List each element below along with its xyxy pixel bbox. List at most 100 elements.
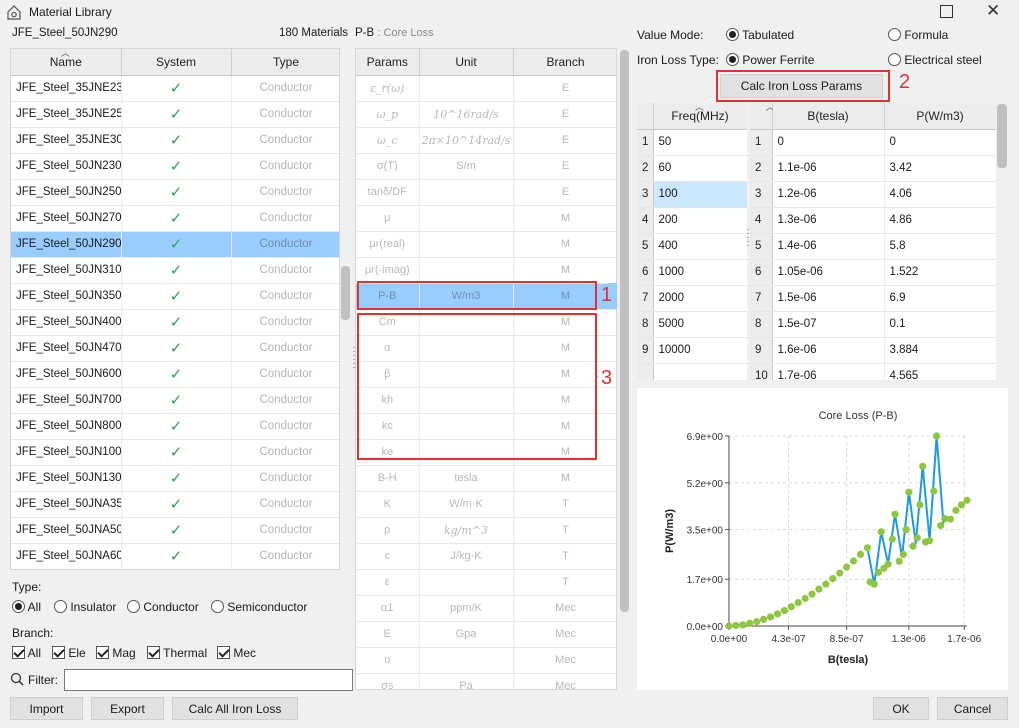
pb-row[interactable]: 9 1.6e-06 3.884: [750, 337, 996, 364]
close-icon[interactable]: ✕: [986, 1, 1000, 21]
b-value[interactable]: 1.4e-06: [772, 233, 885, 260]
material-row[interactable]: JFE_Steel_50JN230 ✓ Conductor: [11, 153, 339, 180]
pb-row[interactable]: 8 1.5e-07 0.1: [750, 311, 996, 338]
frequency-table[interactable]: ︿ Freq(MHz) 1 50 2 60 3 100 4 200 5 400 6 1000 7 2000 8…: [637, 103, 747, 380]
p-value[interactable]: 0: [884, 129, 996, 156]
radio-electrical-steel[interactable]: Electrical steel: [888, 53, 982, 67]
param-row[interactable]: ε_r(ω) E: [356, 75, 616, 102]
cancel-button[interactable]: Cancel: [937, 697, 1008, 720]
b-value[interactable]: 1.05e-06: [772, 259, 885, 286]
material-row[interactable]: JFE_Steel_50JN470 ✓ Conductor: [11, 335, 339, 362]
param-row[interactable]: α1 ppm/K Mec: [356, 595, 616, 622]
material-row[interactable]: JFE_Steel_50JN400 ✓ Conductor: [11, 309, 339, 336]
p-value[interactable]: 4.565: [884, 363, 996, 380]
freq-row[interactable]: 6 1000: [637, 259, 747, 286]
p-value[interactable]: 3.42: [884, 155, 996, 182]
corner-cell[interactable]: [637, 103, 654, 130]
pb-table-scrollbar-thumb[interactable]: [997, 104, 1007, 168]
corner-cell[interactable]: ︿: [750, 103, 775, 130]
column-header-branch[interactable]: Branch: [513, 49, 616, 76]
p-value[interactable]: 0.1: [884, 311, 996, 338]
branch-check-ele[interactable]: Ele: [52, 646, 86, 660]
column-header-system[interactable]: System: [121, 49, 232, 76]
branch-check-mag[interactable]: Mag: [96, 646, 136, 660]
pb-row[interactable]: 4 1.3e-06 4.86: [750, 207, 996, 234]
p-value[interactable]: 1.522: [884, 259, 996, 286]
column-header-freq[interactable]: ︿ Freq(MHz): [653, 103, 747, 130]
materials-table[interactable]: ︿ Name System Type JFE_Steel_35JNE230 ✓ Con…: [10, 48, 340, 570]
maximize-icon[interactable]: [940, 5, 953, 18]
radio-tabulated[interactable]: Tabulated: [726, 28, 794, 42]
param-row[interactable]: μM: [356, 205, 616, 232]
param-row[interactable]: μr(-imag) M: [356, 257, 616, 284]
freq-value[interactable]: 50: [653, 129, 747, 156]
p-value[interactable]: 4.06: [884, 181, 996, 208]
material-row[interactable]: JFE_Steel_50JN290 ✓ Conductor: [11, 231, 339, 258]
freq-value[interactable]: 200: [653, 207, 747, 234]
material-row[interactable]: JFE_Steel_50JNA500 ✓ Conductor: [11, 517, 339, 544]
params-scrollbar-thumb[interactable]: [620, 50, 629, 612]
freq-value[interactable]: 5000: [653, 311, 747, 338]
freq-value[interactable]: 1000: [653, 259, 747, 286]
freq-row[interactable]: 8 5000: [637, 311, 747, 338]
type-radio-semiconductor[interactable]: Semiconductor: [211, 600, 307, 614]
filter-input[interactable]: [64, 669, 353, 691]
material-row[interactable]: JFE_Steel_50JNA600 ✓ Conductor: [11, 543, 339, 569]
material-row[interactable]: JFE_Steel_50JN1300 ✓ Conductor: [11, 465, 339, 492]
material-row[interactable]: JFE_Steel_35JNE300 ✓ Conductor: [11, 127, 339, 154]
column-header-params[interactable]: Params: [356, 49, 420, 76]
p-value[interactable]: 6.9: [884, 285, 996, 312]
param-row[interactable]: μr(real) M: [356, 231, 616, 258]
pb-row[interactable]: 100: [750, 129, 996, 156]
pb-row[interactable]: 2 1.1e-06 3.42: [750, 155, 996, 182]
pb-row[interactable]: 3 1.2e-06 4.06: [750, 181, 996, 208]
b-value[interactable]: 1.3e-06: [772, 207, 885, 234]
material-row[interactable]: JFE_Steel_50JN270 ✓ Conductor: [11, 205, 339, 232]
freq-value[interactable]: 400: [653, 233, 747, 260]
pb-row[interactable]: 7 1.5e-06 6.9: [750, 285, 996, 312]
param-row[interactable]: ω_p 10^16rad/s E: [356, 101, 616, 128]
param-row[interactable]: σs Pa Mec: [356, 673, 616, 689]
p-value[interactable]: 5.8: [884, 233, 996, 260]
pb-row[interactable]: 6 1.05e-06 1.522: [750, 259, 996, 286]
material-row[interactable]: JFE_Steel_50JN700 ✓ Conductor: [11, 387, 339, 414]
freq-value[interactable]: 60: [653, 155, 747, 182]
param-row[interactable]: εT: [356, 569, 616, 596]
freq-value[interactable]: 100: [653, 181, 747, 208]
freq-row[interactable]: 4 200: [637, 207, 747, 234]
material-row[interactable]: JFE_Steel_50JN600 ✓ Conductor: [11, 361, 339, 388]
column-header-unit[interactable]: Unit: [419, 49, 514, 76]
param-row[interactable]: c J/kg·K T: [356, 543, 616, 570]
param-row[interactable]: B-H tesla M: [356, 465, 616, 492]
p-value[interactable]: 4.86: [884, 207, 996, 234]
freq-row[interactable]: 2 60: [637, 155, 747, 182]
pb-row[interactable]: 5 1.4e-06 5.8: [750, 233, 996, 260]
branch-check-mec[interactable]: Mec: [217, 646, 256, 660]
type-radio-all[interactable]: All: [12, 600, 41, 614]
b-value[interactable]: 0: [772, 129, 885, 156]
b-value[interactable]: 1.5e-07: [772, 311, 885, 338]
freq-value[interactable]: 10000: [653, 337, 747, 364]
material-row[interactable]: JFE_Steel_50JN250 ✓ Conductor: [11, 179, 339, 206]
b-value[interactable]: 1.5e-06: [772, 285, 885, 312]
type-radio-conductor[interactable]: Conductor: [127, 600, 199, 614]
calc-all-iron-loss-button[interactable]: Calc All Iron Loss: [172, 697, 298, 720]
b-value[interactable]: 1.1e-06: [772, 155, 885, 182]
freq-row[interactable]: 3 100: [637, 181, 747, 208]
type-radio-insulator[interactable]: Insulator: [54, 600, 116, 614]
column-header-name[interactable]: ︿ Name: [11, 49, 122, 76]
freq-row-empty[interactable]: [637, 363, 747, 380]
freq-row[interactable]: 9 10000: [637, 337, 747, 364]
material-row[interactable]: JFE_Steel_35JNE230 ✓ Conductor: [11, 75, 339, 102]
param-row[interactable]: ρ kg/m^3 T: [356, 517, 616, 544]
material-row[interactable]: JFE_Steel_50JNA350 ✓ Conductor: [11, 491, 339, 518]
param-row[interactable]: ω_c 2π×10^14rad/s E: [356, 127, 616, 154]
freq-value[interactable]: 2000: [653, 285, 747, 312]
freq-row[interactable]: 5 400: [637, 233, 747, 260]
freq-row[interactable]: 1 50: [637, 129, 747, 156]
material-row[interactable]: JFE_Steel_50JN800 ✓ Conductor: [11, 413, 339, 440]
b-value[interactable]: 1.2e-06: [772, 181, 885, 208]
freq-value[interactable]: [653, 363, 747, 380]
param-row[interactable]: K W/m·K T: [356, 491, 616, 518]
column-header-p[interactable]: P(W/m3): [884, 103, 996, 130]
